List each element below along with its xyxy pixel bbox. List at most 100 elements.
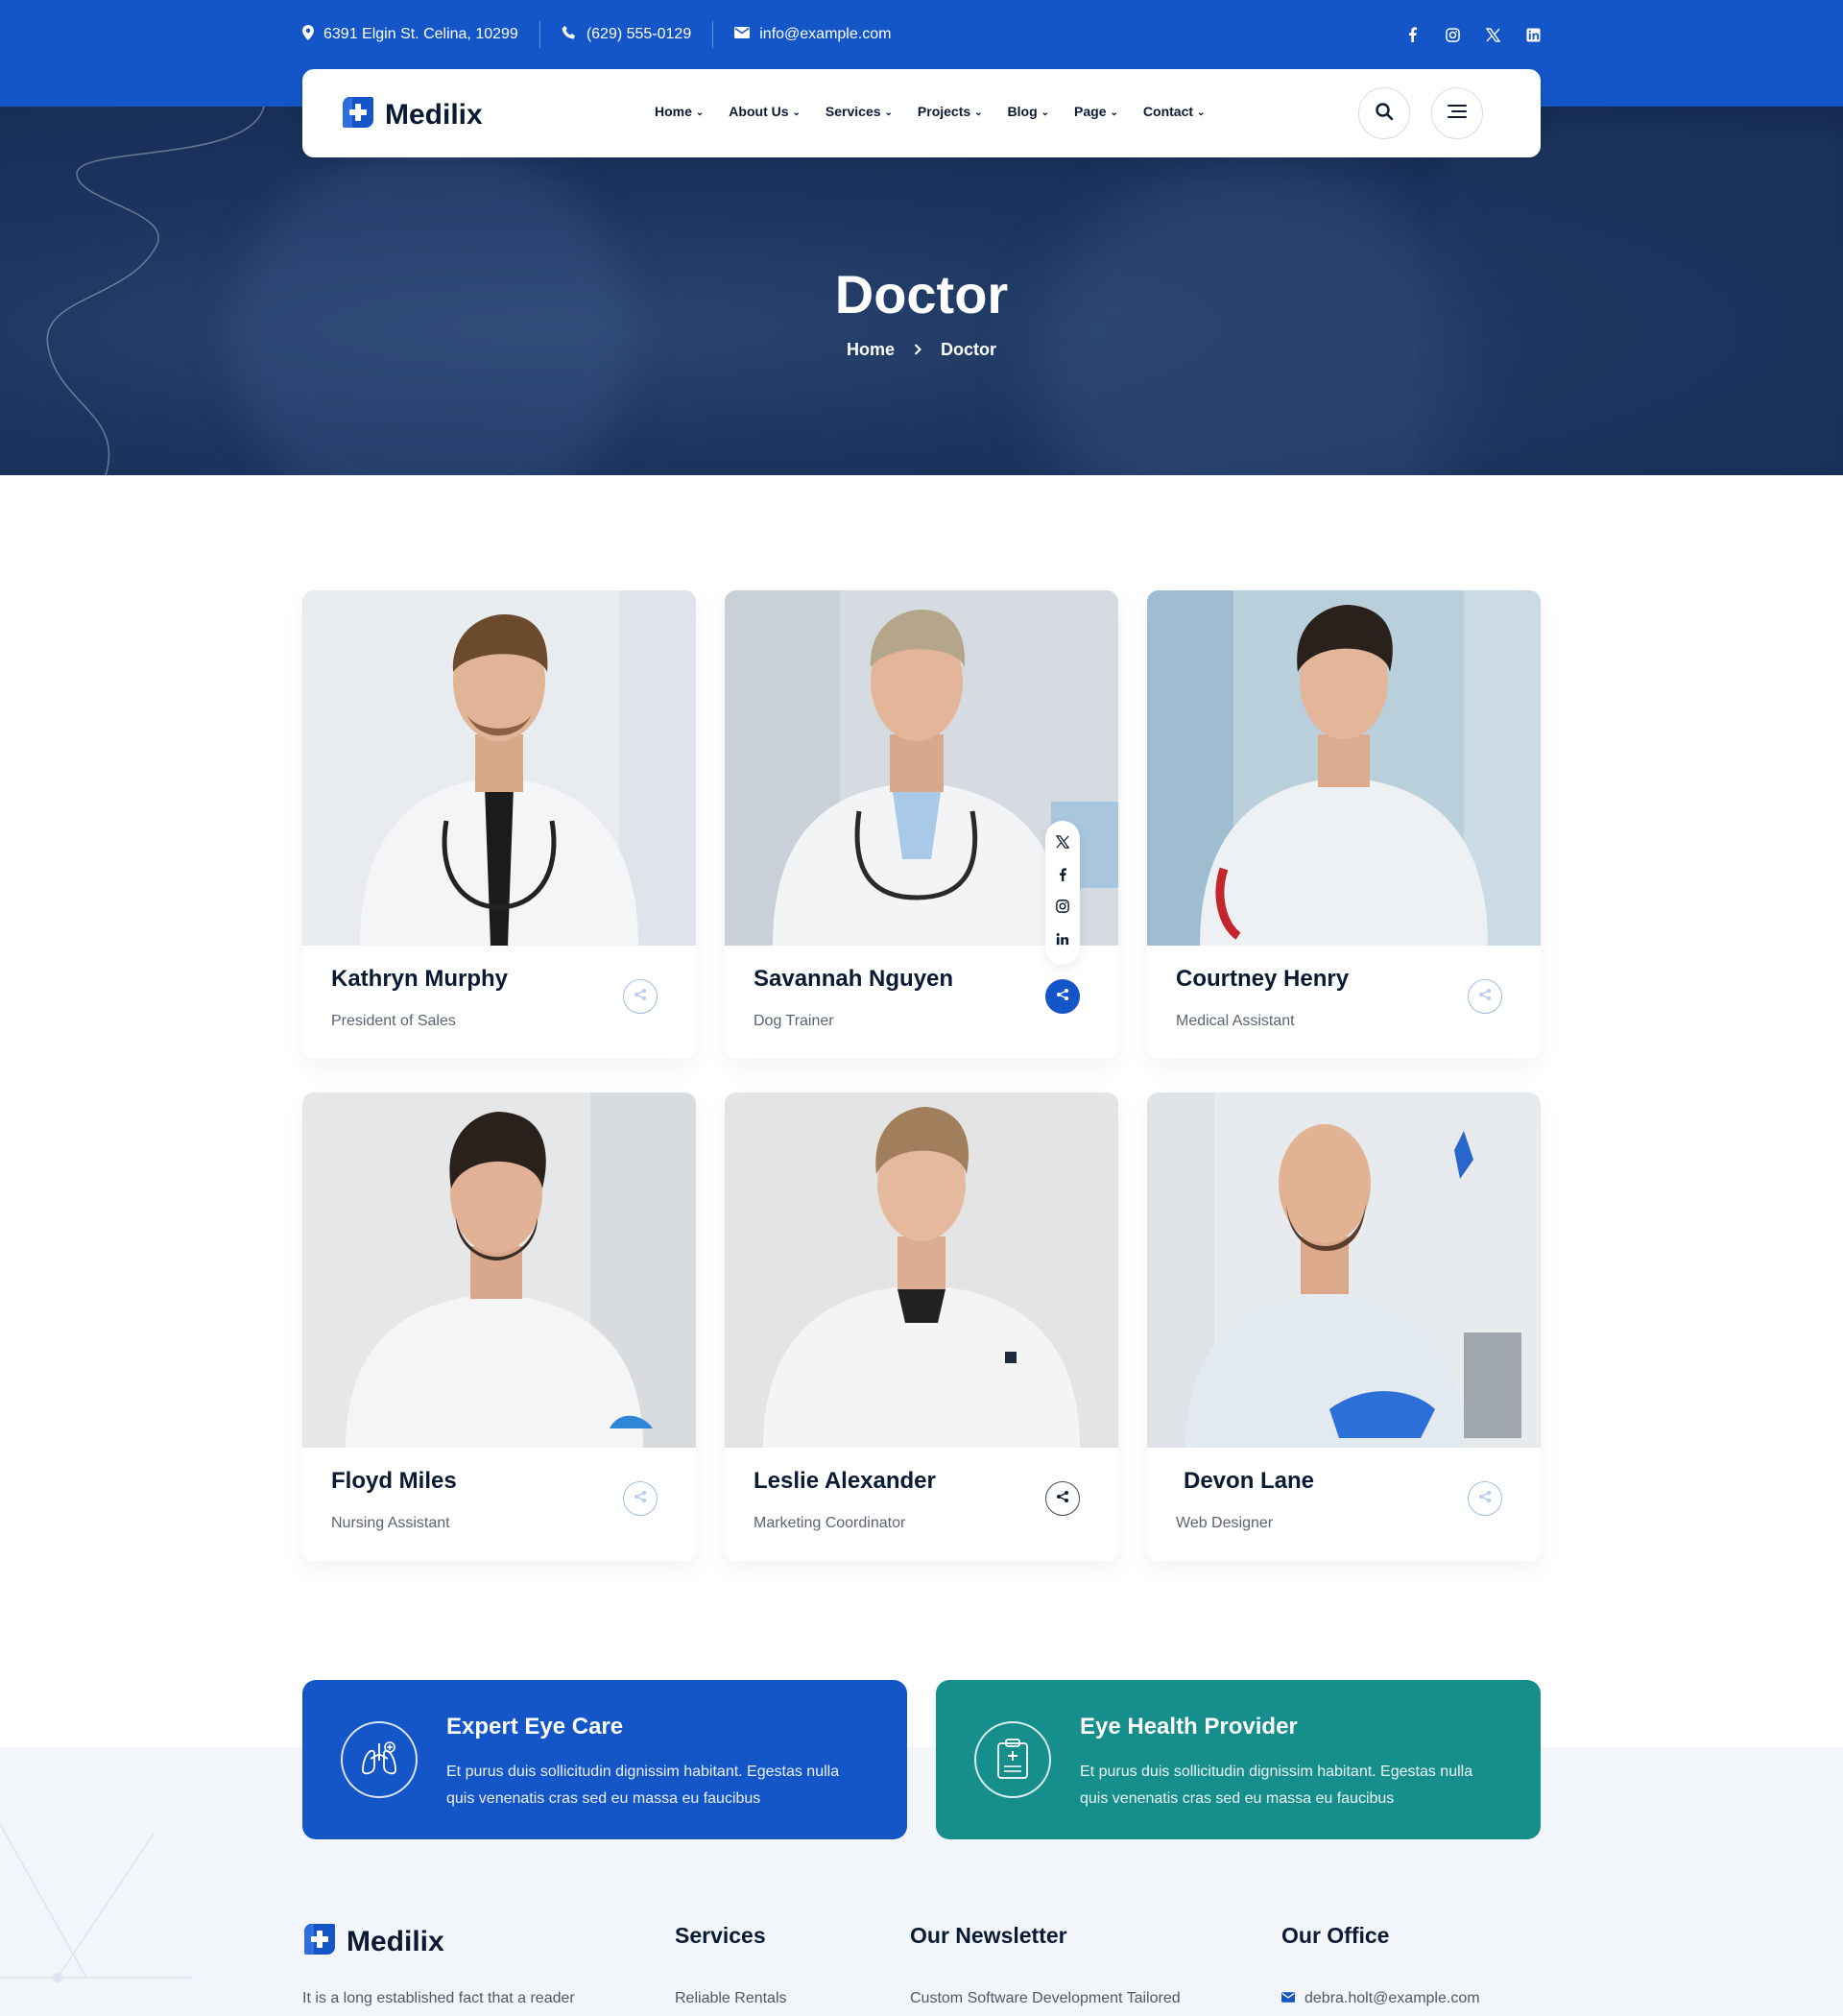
share-button[interactable]	[1045, 1481, 1080, 1516]
main-navbar: Medilix Home ⌄ About Us ⌄ Services ⌄ Projec…	[302, 69, 1541, 157]
doctor-photo	[725, 1092, 1118, 1448]
nav-home[interactable]: Home ⌄	[655, 104, 704, 119]
share-button[interactable]	[1045, 979, 1080, 1014]
chevron-right-icon	[914, 340, 922, 360]
share-button[interactable]	[1468, 979, 1502, 1014]
doctor-role: Marketing Coordinator	[754, 1515, 906, 1531]
logo-text: Medilix	[385, 98, 483, 131]
doctor-card[interactable]: Floyd Miles Nursing Assistant	[302, 1092, 696, 1561]
clipboard-medical-icon	[974, 1721, 1051, 1798]
doctor-name: Kathryn Murphy	[331, 966, 509, 992]
doctor-card[interactable]: Kathryn Murphy President of Sales	[302, 590, 696, 1059]
email-text[interactable]: info@example.com	[759, 26, 891, 43]
doctor-card[interactable]: Savannah Nguyen Dog Trainer	[725, 590, 1118, 1059]
share-icon	[634, 988, 647, 1006]
logo-text: Medilix	[347, 1925, 444, 1957]
footer-newsletter-title: Our Newsletter	[910, 1923, 1067, 1948]
doctor-role: Nursing Assistant	[331, 1515, 450, 1531]
instagram-icon[interactable]	[1056, 900, 1069, 918]
x-icon[interactable]	[1055, 835, 1070, 853]
instagram-icon[interactable]	[1445, 27, 1460, 42]
linkedin-icon[interactable]	[1525, 27, 1541, 42]
chevron-down-icon: ⌄	[884, 107, 893, 118]
doctor-name: Courtney Henry	[1176, 966, 1350, 992]
feature-text: Et purus duis sollicitudin dignissim hab…	[1080, 1764, 1473, 1807]
feature-title: Eye Health Provider	[1080, 1714, 1298, 1740]
chevron-down-icon: ⌄	[792, 107, 801, 118]
email-item[interactable]: info@example.com	[734, 26, 891, 43]
share-icon	[1478, 1490, 1492, 1508]
page-hero: Doctor Home Doctor	[0, 107, 1843, 475]
footer-background	[0, 1747, 1843, 2016]
doctor-photo	[302, 1092, 696, 1448]
address-item: 6391 Elgin St. Celina, 10299	[302, 24, 518, 45]
nav-about-us[interactable]: About Us ⌄	[729, 104, 801, 119]
footer-newsletter-text: Custom Software Development Tailored	[910, 1990, 1181, 2006]
divider	[539, 21, 540, 48]
footer-office-title: Our Office	[1281, 1923, 1390, 1948]
doctor-role: Medical Assistant	[1176, 1013, 1295, 1029]
linkedin-icon[interactable]	[1056, 932, 1069, 950]
phone-item[interactable]: (629) 555-0129	[562, 25, 691, 45]
doctor-card[interactable]: Devon Lane Web Designer	[1147, 1092, 1541, 1561]
envelope-icon	[1281, 1990, 1295, 2007]
social-links	[1404, 27, 1541, 42]
feature-eye-health-provider: Eye Health Provider Et purus duis sollic…	[936, 1680, 1541, 1839]
hamburger-menu-icon	[1448, 104, 1467, 123]
chevron-down-icon: ⌄	[974, 107, 983, 118]
primary-nav: Home ⌄ About Us ⌄ Services ⌄ Projects ⌄ Blog…	[655, 104, 1205, 119]
nav-projects[interactable]: Projects ⌄	[918, 104, 983, 119]
social-share-popup	[1045, 821, 1080, 965]
lungs-icon	[341, 1721, 418, 1798]
search-icon	[1375, 102, 1394, 126]
doctor-name: Savannah Nguyen	[754, 966, 954, 992]
chevron-down-icon: ⌄	[1041, 107, 1050, 118]
breadcrumb: Home Doctor	[0, 340, 1843, 360]
feature-expert-eye-care: Expert Eye Care Et purus duis sollicitud…	[302, 1680, 907, 1839]
doctor-name: Floyd Miles	[331, 1468, 457, 1494]
footer-services-link[interactable]: Reliable Rentals	[675, 1990, 787, 2007]
search-button[interactable]	[1358, 87, 1410, 139]
doctor-photo	[1147, 590, 1541, 946]
address-text: 6391 Elgin St. Celina, 10299	[323, 26, 518, 42]
footer-services-title: Services	[675, 1923, 766, 1948]
nav-blog[interactable]: Blog ⌄	[1008, 104, 1050, 119]
doctor-role: Dog Trainer	[754, 1013, 834, 1029]
breadcrumb-home[interactable]: Home	[847, 340, 895, 360]
chevron-down-icon: ⌄	[695, 107, 705, 118]
facebook-icon[interactable]	[1404, 27, 1420, 42]
footer-office-email[interactable]: debra.holt@example.com	[1281, 1990, 1480, 2007]
footer-logo[interactable]: Medilix	[302, 1922, 444, 1961]
x-icon[interactable]	[1485, 27, 1500, 42]
doctor-role: President of Sales	[331, 1013, 456, 1029]
doctor-photo	[1147, 1092, 1541, 1448]
breadcrumb-current: Doctor	[941, 340, 996, 359]
location-pin-icon	[302, 24, 314, 45]
chevron-down-icon: ⌄	[1197, 107, 1206, 118]
share-button[interactable]	[623, 979, 658, 1014]
chevron-down-icon: ⌄	[1110, 107, 1118, 118]
envelope-icon	[734, 26, 751, 43]
divider	[712, 21, 714, 48]
phone-text[interactable]: (629) 555-0129	[586, 26, 691, 43]
share-button[interactable]	[623, 1481, 658, 1516]
doctor-name: Leslie Alexander	[754, 1468, 936, 1494]
doctor-card[interactable]: Leslie Alexander Marketing Coordinator	[725, 1092, 1118, 1561]
nav-contact[interactable]: Contact ⌄	[1143, 104, 1206, 119]
menu-button[interactable]	[1431, 87, 1483, 139]
nav-services[interactable]: Services ⌄	[826, 104, 893, 119]
nav-page[interactable]: Page ⌄	[1074, 104, 1118, 119]
feature-text: Et purus duis sollicitudin dignissim hab…	[446, 1764, 840, 1807]
doctor-role: Web Designer	[1176, 1515, 1274, 1531]
footer-about-text: It is a long established fact that a rea…	[302, 1990, 575, 2006]
share-button[interactable]	[1468, 1481, 1502, 1516]
doctor-name: Devon Lane	[1184, 1468, 1315, 1494]
share-icon	[1056, 988, 1069, 1006]
doctor-card[interactable]: Courtney Henry Medical Assistant	[1147, 590, 1541, 1059]
page-title: Doctor	[834, 264, 1009, 324]
site-logo[interactable]: Medilix	[341, 95, 483, 134]
feature-title: Expert Eye Care	[446, 1714, 624, 1740]
share-icon	[1478, 988, 1492, 1006]
doctor-photo	[302, 590, 696, 946]
facebook-icon[interactable]	[1059, 868, 1066, 886]
